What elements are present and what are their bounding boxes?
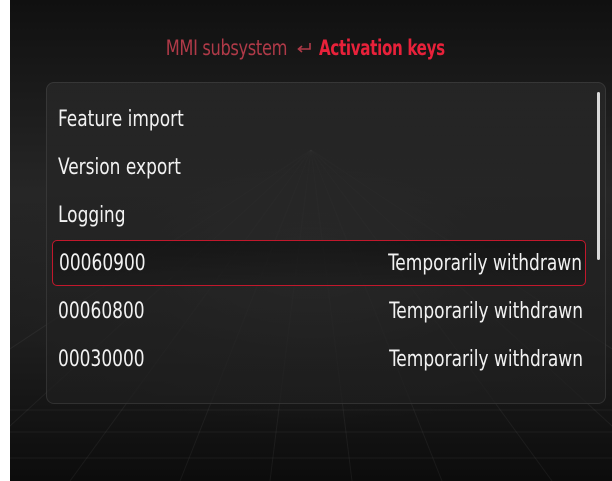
menu-item-label: Version export [58,154,181,180]
menu-item-label: Feature import [58,106,184,132]
menu-item-feature-import[interactable]: Feature import [52,95,586,143]
breadcrumb: MMI subsystem Activation keys [10,28,612,68]
activation-key-status: Temporarily withdrawn [388,346,583,372]
return-arrow-icon [297,43,311,53]
mmi-screen: MMI subsystem Activation keys Feature im… [10,0,612,481]
menu-list: Feature import Version export Logging 00… [52,95,586,383]
menu-item-logging[interactable]: Logging [52,191,586,239]
activation-key-row-selected[interactable]: 00060900 Temporarily withdrawn [52,240,586,286]
activation-key-status: Temporarily withdrawn [388,298,583,324]
activation-key-row[interactable]: 00030000 Temporarily withdrawn [52,335,586,383]
activation-key-row[interactable]: 00060800 Temporarily withdrawn [52,287,586,335]
menu-panel: Feature import Version export Logging 00… [46,82,606,404]
breadcrumb-parent[interactable]: MMI subsystem [166,36,288,60]
activation-key-id: 00030000 [58,346,145,372]
activation-key-id: 00060800 [58,298,145,324]
menu-item-label: Logging [58,202,126,228]
activation-key-status: Temporarily withdrawn [387,250,582,276]
page-title: Activation keys [318,36,445,60]
menu-item-version-export[interactable]: Version export [52,143,586,191]
activation-key-id: 00060900 [59,250,146,276]
scrollbar[interactable] [597,92,600,260]
